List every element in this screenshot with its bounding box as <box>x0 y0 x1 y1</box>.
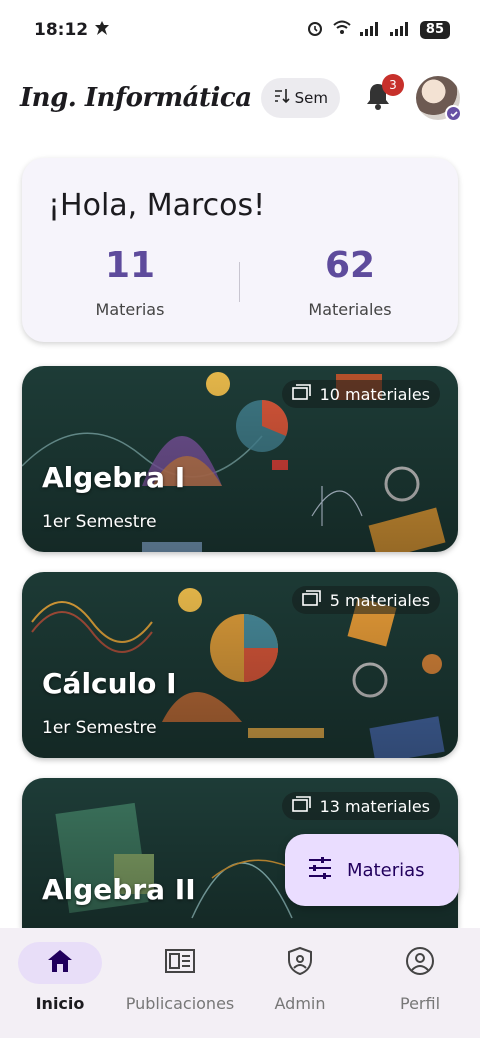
nav-label: Inicio <box>35 994 85 1013</box>
battery-indicator: 85 <box>419 21 450 39</box>
nav-label: Admin <box>274 994 326 1013</box>
materials-count-pill: 13 materiales <box>281 792 440 820</box>
avatar[interactable] <box>416 76 462 122</box>
subject-semester: 1er Semestre <box>42 512 157 532</box>
semester-filter-chip[interactable]: Sem <box>260 78 340 118</box>
nav-item-publicaciones[interactable]: Publicaciones <box>120 928 240 1038</box>
wifi-icon <box>332 20 352 40</box>
home-icon <box>46 948 74 978</box>
signal-icon-2 <box>389 21 412 40</box>
welcome-card: ¡Hola, Marcos! 11 Materias 62 Materiales <box>22 158 458 342</box>
status-time: 18:12 <box>34 20 89 40</box>
status-bar: 18:12 85 <box>0 0 480 60</box>
app-title: Ing. Informática <box>20 83 252 113</box>
tune-icon <box>307 856 333 885</box>
semester-chip-label: Sem <box>294 89 328 107</box>
materials-count: 13 materiales <box>319 796 430 816</box>
notifications-button[interactable]: 3 <box>358 74 404 118</box>
materials-count-pill: 10 materiales <box>281 380 440 408</box>
subject-semester: 1er Semestre <box>42 718 157 738</box>
nav-item-admin[interactable]: Admin <box>240 928 360 1038</box>
subject-title: Algebra I <box>42 461 186 494</box>
app-bar: Ing. Informática Sem 3 <box>0 60 480 136</box>
verified-icon <box>445 105 462 122</box>
app-notification-icon <box>94 20 110 41</box>
bottom-navigation: Inicio Publicaciones Admin Perfil <box>0 928 480 1038</box>
folder-stack-icon <box>301 590 322 610</box>
folder-stack-icon <box>291 796 312 816</box>
nav-item-inicio[interactable]: Inicio <box>0 928 120 1038</box>
sort-icon <box>273 87 291 109</box>
stat-materias: 11 Materias <box>30 245 230 320</box>
account-circle-icon <box>405 946 435 980</box>
nav-label: Perfil <box>399 994 441 1013</box>
nav-label: Publicaciones <box>125 994 235 1013</box>
stat-label: Materiales <box>308 300 392 319</box>
stat-value: 11 <box>104 245 156 286</box>
newspaper-icon <box>164 948 196 978</box>
materials-count: 10 materiales <box>319 384 430 404</box>
alarm-icon <box>306 19 324 41</box>
stat-label: Materias <box>95 300 165 319</box>
notification-badge: 3 <box>382 74 404 96</box>
greeting-text: ¡Hola, Marcos! <box>48 188 266 223</box>
materials-count: 5 materiales <box>329 590 430 610</box>
subject-card-algebra-i[interactable]: 10 materiales Algebra I 1er Semestre <box>22 366 458 552</box>
signal-icon <box>359 21 382 40</box>
fab-label: Materias <box>347 859 425 881</box>
stat-divider <box>239 262 240 302</box>
stat-materiales: 62 Materiales <box>250 245 450 320</box>
subject-card-calculo-i[interactable]: 5 materiales Cálculo I 1er Semestre <box>22 572 458 758</box>
stat-value: 62 <box>324 245 376 286</box>
folder-stack-icon <box>291 384 312 404</box>
materials-count-pill: 5 materiales <box>291 586 440 614</box>
materias-fab[interactable]: Materias <box>285 834 459 906</box>
subject-title: Cálculo I <box>42 667 177 700</box>
subject-title: Algebra II <box>42 873 196 906</box>
shield-icon <box>286 946 314 980</box>
nav-item-perfil[interactable]: Perfil <box>360 928 480 1038</box>
